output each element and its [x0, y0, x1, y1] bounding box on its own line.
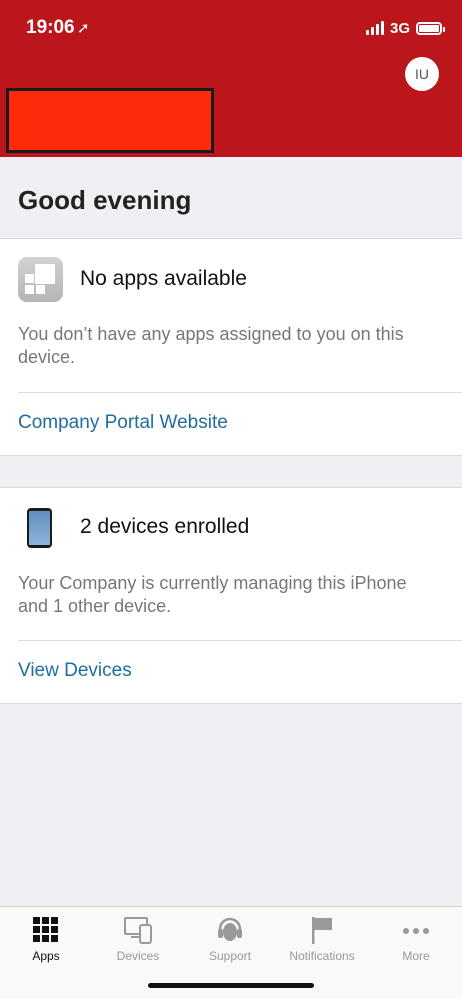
tab-more[interactable]: More: [370, 907, 462, 967]
phone-icon: [27, 508, 52, 548]
company-portal-website-link[interactable]: Company Portal Website: [18, 412, 228, 434]
devices-icon: [123, 915, 153, 945]
devices-card-description: Your Company is currently managing this …: [18, 573, 407, 616]
redacted-company-name: [6, 88, 214, 153]
apps-card-title: No apps available: [80, 267, 247, 290]
tab-label: Support: [208, 949, 252, 963]
more-dots-icon: [401, 915, 431, 945]
tab-devices[interactable]: Devices: [92, 907, 184, 967]
apps-card-description: You don’t have any apps assigned to you …: [18, 324, 404, 367]
view-devices-link[interactable]: View Devices: [18, 660, 132, 682]
tab-apps[interactable]: Apps: [0, 907, 92, 967]
flag-icon: [307, 915, 337, 945]
apps-grid-icon: [18, 257, 63, 302]
tab-label: Notifications: [289, 949, 355, 963]
home-indicator[interactable]: [148, 983, 314, 988]
status-indicators: 3G: [365, 17, 445, 39]
avatar[interactable]: IU: [405, 57, 439, 91]
signal-strength-icon: [365, 21, 384, 35]
tab-label: Apps: [32, 949, 60, 963]
divider: [18, 640, 462, 641]
tab-label: More: [402, 949, 430, 963]
headset-icon: [215, 915, 245, 945]
tab-notifications[interactable]: Notifications: [276, 907, 368, 967]
status-time: 19:06: [26, 17, 75, 38]
tab-label: Devices: [116, 949, 160, 963]
apps-grid-icon: [31, 915, 61, 945]
devices-card-title: 2 devices enrolled: [80, 515, 250, 538]
battery-icon: [416, 21, 445, 35]
network-type: 3G: [389, 19, 410, 37]
page-title: Good evening: [18, 185, 192, 215]
tab-support[interactable]: Support: [184, 907, 276, 967]
location-arrow-icon: ➚: [77, 20, 90, 37]
divider: [18, 392, 462, 393]
